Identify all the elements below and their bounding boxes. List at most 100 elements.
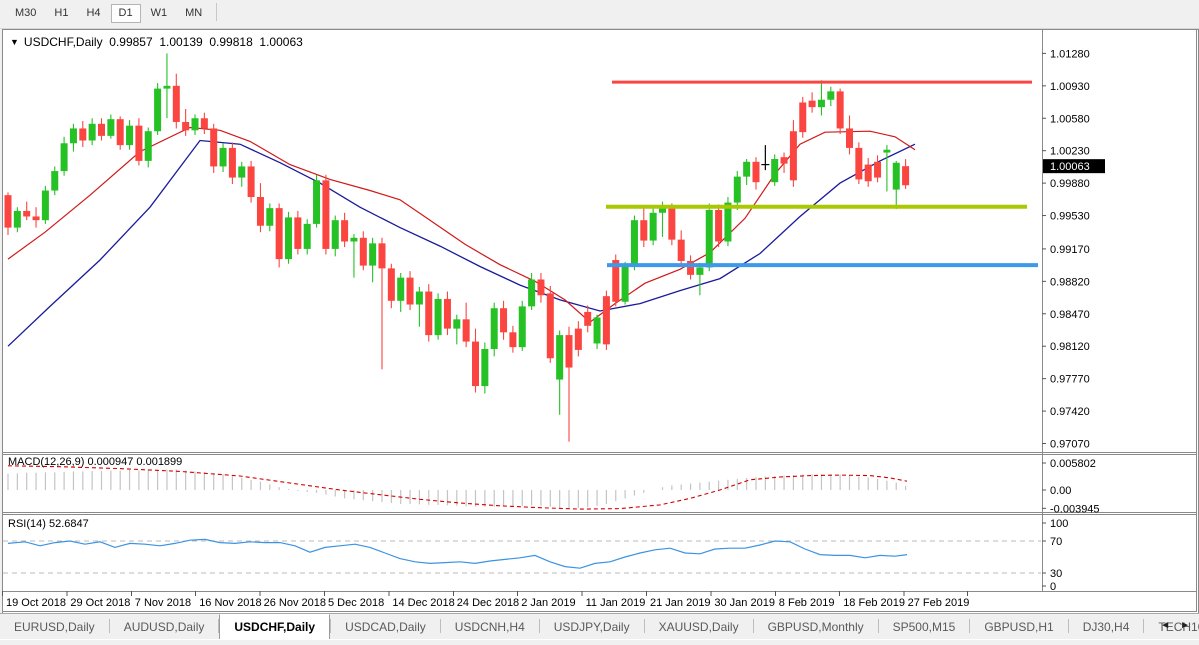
candle-body xyxy=(397,278,404,301)
candle-body xyxy=(743,162,750,177)
candle-body xyxy=(818,100,825,107)
candle-body xyxy=(706,210,713,267)
tab-usdcad-daily[interactable]: USDCAD,Daily xyxy=(331,615,440,640)
date-axis-label: 16 Nov 2018 xyxy=(199,597,261,609)
candle-body xyxy=(500,308,507,332)
candle-body xyxy=(790,131,797,180)
scroll-right-icon[interactable]: ► xyxy=(1175,620,1195,631)
candle-body xyxy=(472,342,479,386)
date-axis-label: 30 Jan 2019 xyxy=(714,597,775,609)
candle-body xyxy=(238,166,245,177)
timeframe-button-w1[interactable]: W1 xyxy=(143,4,176,23)
tab-xauusd-daily[interactable]: XAUUSD,Daily xyxy=(645,615,753,640)
candle-body xyxy=(865,165,872,182)
candle-body xyxy=(893,163,900,190)
date-axis-label: 8 Feb 2019 xyxy=(779,597,835,609)
price-axis-tick: 0.98470 xyxy=(1050,309,1090,321)
rsi-axis-tick: 0 xyxy=(1050,581,1056,593)
candle-body xyxy=(781,157,788,163)
timeframe-button-h1[interactable]: H1 xyxy=(46,4,76,23)
candle-body xyxy=(117,119,124,145)
rsi-axis-tick: 30 xyxy=(1050,568,1062,580)
candle-body xyxy=(14,211,21,228)
tab-usdjpy-daily[interactable]: USDJPY,Daily xyxy=(540,615,644,640)
rsi-indicator-label: RSI(14) 52.6847 xyxy=(8,518,89,530)
price-axis-tick: 0.98120 xyxy=(1050,341,1090,353)
candle-body xyxy=(696,267,703,274)
price-axis-tick: 1.00230 xyxy=(1050,146,1090,158)
candle-body xyxy=(98,124,105,136)
tab-audusd-daily[interactable]: AUDUSD,Daily xyxy=(110,615,219,640)
price-chart[interactable]: 1.012801.009301.005801.002300.998800.995… xyxy=(0,28,1199,613)
candle-body xyxy=(322,180,329,249)
date-axis-label: 26 Nov 2018 xyxy=(264,597,326,609)
candle-body xyxy=(126,126,133,145)
tab-gbpusd-monthly[interactable]: GBPUSD,Monthly xyxy=(754,615,878,640)
candle-body xyxy=(407,278,414,305)
candle-body xyxy=(23,211,30,217)
candle-body xyxy=(528,279,535,306)
candle-body xyxy=(678,240,685,261)
price-axis-tick: 1.00930 xyxy=(1050,81,1090,93)
candle-body xyxy=(42,191,49,221)
candle-body xyxy=(285,217,292,259)
candle-body xyxy=(566,335,573,367)
tab-usdcnh-h4[interactable]: USDCNH,H4 xyxy=(441,615,539,640)
candle-body xyxy=(360,238,367,266)
candle-body xyxy=(369,243,376,265)
timeframe-button-m30[interactable]: M30 xyxy=(7,4,44,23)
tab-eurusd-daily[interactable]: EURUSD,Daily xyxy=(0,615,109,640)
timeframe-button-d1[interactable]: D1 xyxy=(111,4,141,23)
tab-scroll-arrows: ◄► xyxy=(1155,620,1195,631)
date-axis-label: 14 Dec 2018 xyxy=(392,597,454,609)
candle-body xyxy=(855,148,862,180)
timeframe-button-mn[interactable]: MN xyxy=(177,4,210,23)
date-axis-label: 18 Feb 2019 xyxy=(843,597,905,609)
date-axis-label: 21 Jan 2019 xyxy=(650,597,711,609)
candle-body xyxy=(603,296,610,344)
candle-body xyxy=(220,148,227,167)
candle-body xyxy=(668,207,675,239)
date-axis-label: 7 Nov 2018 xyxy=(135,597,191,609)
macd-axis-tick: 0.005802 xyxy=(1050,458,1096,470)
candle-body xyxy=(444,299,451,329)
candle-body xyxy=(416,292,423,305)
candle-body xyxy=(388,268,395,300)
toolbar-separator xyxy=(216,3,217,21)
candle-body xyxy=(537,279,544,295)
symbol-tab-bar: EURUSD,DailyAUDUSD,DailyUSDCHF,DailyUSDC… xyxy=(0,613,1199,640)
price-axis-tick: 0.99880 xyxy=(1050,178,1090,190)
tab-dj30-h4[interactable]: DJ30,H4 xyxy=(1069,615,1144,640)
candle-body xyxy=(809,101,816,107)
price-axis-tick: 0.97070 xyxy=(1050,439,1090,451)
candle-body xyxy=(182,122,189,130)
candle-body xyxy=(135,126,142,161)
tab-sp500-m15[interactable]: SP500,M15 xyxy=(879,615,970,640)
price-axis-tick: 1.00580 xyxy=(1050,113,1090,125)
candle-body xyxy=(874,162,881,178)
candle-body xyxy=(687,261,694,275)
timeframe-toolbar: M30H1H4D1W1MN xyxy=(0,0,1199,29)
scroll-left-icon[interactable]: ◄ xyxy=(1155,620,1175,631)
timeframe-button-h4[interactable]: H4 xyxy=(78,4,108,23)
candle-body xyxy=(883,150,890,153)
date-axis-label: 27 Feb 2019 xyxy=(908,597,970,609)
candle-body xyxy=(827,91,834,99)
candle-body xyxy=(350,238,357,242)
trading-platform-window: M30H1H4D1W1MN 1.012801.009301.005801.002… xyxy=(0,0,1199,645)
candle-body xyxy=(575,329,582,350)
candle-body xyxy=(89,124,96,141)
price-axis-tick: 0.99530 xyxy=(1050,211,1090,223)
tab-usdchf-daily[interactable]: USDCHF,Daily xyxy=(219,614,330,640)
candle-body xyxy=(294,217,301,249)
chevron-down-icon[interactable]: ▼ xyxy=(10,37,19,47)
tab-gbpusd-h1[interactable]: GBPUSD,H1 xyxy=(970,615,1067,640)
candle-body xyxy=(734,177,741,203)
candle-body xyxy=(799,103,806,133)
candle-body xyxy=(584,312,591,326)
candle-body xyxy=(201,118,208,128)
date-axis-label: 5 Dec 2018 xyxy=(328,597,384,609)
rsi-axis-tick: 100 xyxy=(1050,518,1068,530)
candle-body xyxy=(846,128,853,147)
candle-body xyxy=(266,208,273,226)
